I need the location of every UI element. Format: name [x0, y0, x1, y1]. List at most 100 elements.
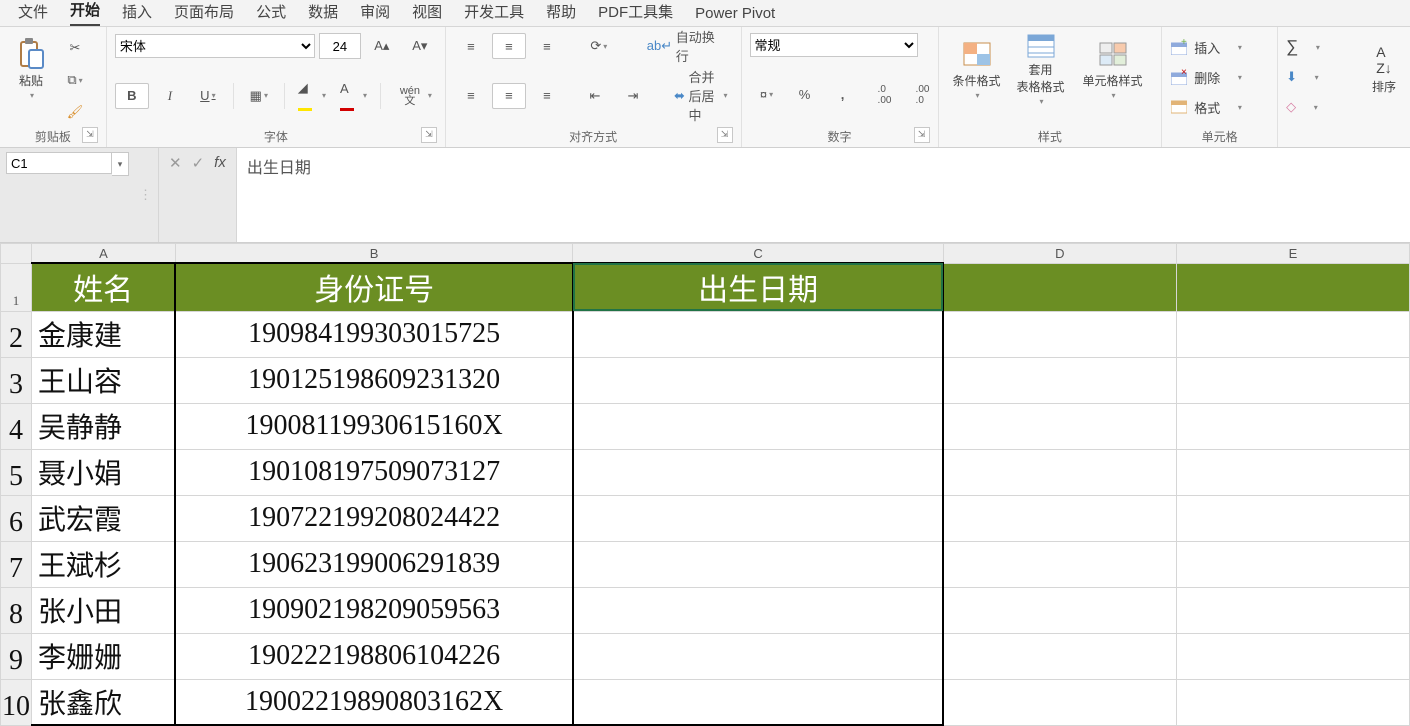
- cell[interactable]: 身份证号: [175, 263, 573, 311]
- row-header[interactable]: 7: [1, 541, 32, 587]
- conditional-fmt-button[interactable]: 条件格式▾: [947, 33, 1007, 105]
- cell[interactable]: [1176, 357, 1409, 403]
- col-header-c[interactable]: C: [573, 244, 943, 264]
- menu-insert[interactable]: 插入: [122, 1, 152, 26]
- name-box-input[interactable]: [6, 152, 112, 174]
- cell[interactable]: [1176, 403, 1409, 449]
- font-color-button[interactable]: A▾: [335, 83, 372, 109]
- cell[interactable]: 190902198209059563: [175, 587, 573, 633]
- cell[interactable]: 金康建: [32, 311, 176, 357]
- cell[interactable]: [1176, 587, 1409, 633]
- cell[interactable]: 190984199303015725: [175, 311, 573, 357]
- increase-decimal-button[interactable]: .0.00: [868, 82, 902, 108]
- delete-cells-button[interactable]: ×删除 ▾: [1170, 65, 1269, 89]
- paste-button[interactable]: 粘贴 ▾: [8, 33, 54, 105]
- dialog-launcher-icon[interactable]: ⇲: [421, 127, 437, 143]
- cell[interactable]: [943, 633, 1176, 679]
- menu-help[interactable]: 帮助: [546, 1, 576, 26]
- align-center-button[interactable]: ≡: [492, 83, 526, 109]
- dialog-launcher-icon[interactable]: ⇲: [82, 127, 98, 143]
- orientation-button[interactable]: ⟳▾: [582, 33, 616, 59]
- clear-button[interactable]: ◇ ▾: [1286, 95, 1358, 119]
- cell[interactable]: [573, 403, 943, 449]
- cell[interactable]: [573, 633, 943, 679]
- row-header[interactable]: 9: [1, 633, 32, 679]
- name-box-dropdown[interactable]: ▾: [112, 152, 129, 176]
- comma-style-button[interactable]: ,: [826, 82, 860, 108]
- table-format-button[interactable]: 套用 表格格式▾: [1011, 33, 1071, 105]
- cut-button[interactable]: ✂: [58, 35, 92, 61]
- insert-cells-button[interactable]: +插入 ▾: [1170, 35, 1269, 59]
- enter-formula-button[interactable]: ✓: [192, 154, 205, 172]
- phonetic-button[interactable]: wén 文▾: [389, 83, 437, 109]
- cancel-formula-button[interactable]: ✕: [169, 154, 182, 172]
- row-header[interactable]: 1: [1, 263, 32, 311]
- decrease-indent-button[interactable]: ⇤: [578, 83, 612, 109]
- cell[interactable]: [1176, 633, 1409, 679]
- cell[interactable]: 190722199208024422: [175, 495, 573, 541]
- font-name-select[interactable]: 宋体: [115, 34, 315, 58]
- cell[interactable]: [573, 449, 943, 495]
- col-header-a[interactable]: A: [32, 244, 176, 264]
- cell[interactable]: 19002219890803162X: [175, 679, 573, 725]
- cell-active[interactable]: 出生日期: [573, 263, 943, 311]
- merge-center-button[interactable]: ⬌ 合并后居中 ▾: [669, 83, 733, 109]
- format-painter-button[interactable]: 🖌: [58, 99, 92, 125]
- fx-button[interactable]: fx: [214, 154, 226, 171]
- shrink-font-button[interactable]: A▾: [403, 33, 437, 59]
- row-header[interactable]: 6: [1, 495, 32, 541]
- sort-filter-button[interactable]: AZ↓ 排序: [1366, 33, 1402, 105]
- cell[interactable]: [943, 449, 1176, 495]
- borders-button[interactable]: ▦▾: [242, 83, 276, 109]
- menu-file[interactable]: 文件: [18, 1, 48, 26]
- font-size-input[interactable]: [319, 33, 361, 59]
- align-left-button[interactable]: ≡: [454, 83, 488, 109]
- dialog-launcher-icon[interactable]: ⇲: [717, 127, 733, 143]
- select-all-corner[interactable]: [1, 244, 32, 264]
- cell[interactable]: 张小田: [32, 587, 176, 633]
- cell[interactable]: [1176, 449, 1409, 495]
- cell[interactable]: 19008119930615160X: [175, 403, 573, 449]
- cell[interactable]: 王斌杉: [32, 541, 176, 587]
- cell[interactable]: [1176, 263, 1409, 311]
- cell[interactable]: 190623199006291839: [175, 541, 573, 587]
- cell[interactable]: 190222198806104226: [175, 633, 573, 679]
- cell[interactable]: [1176, 311, 1409, 357]
- column-headers[interactable]: A B C D E: [1, 244, 1410, 264]
- cell[interactable]: [573, 311, 943, 357]
- menu-view[interactable]: 视图: [412, 1, 442, 26]
- cell[interactable]: [573, 587, 943, 633]
- increase-indent-button[interactable]: ⇥: [616, 83, 650, 109]
- cell[interactable]: 王山容: [32, 357, 176, 403]
- formula-input[interactable]: 出生日期: [237, 148, 1410, 242]
- cell[interactable]: 190108197509073127: [175, 449, 573, 495]
- row-header[interactable]: 5: [1, 449, 32, 495]
- accounting-format-button[interactable]: ¤▾: [750, 82, 784, 108]
- menu-review[interactable]: 审阅: [360, 1, 390, 26]
- align-top-button[interactable]: ≡: [454, 33, 488, 59]
- format-cells-button[interactable]: 格式 ▾: [1170, 95, 1269, 119]
- cell[interactable]: [943, 679, 1176, 725]
- fill-color-button[interactable]: ◢▾: [293, 83, 331, 109]
- align-right-button[interactable]: ≡: [530, 83, 564, 109]
- cell[interactable]: [943, 263, 1176, 311]
- col-header-d[interactable]: D: [943, 244, 1176, 264]
- cell[interactable]: [573, 495, 943, 541]
- cell[interactable]: [943, 587, 1176, 633]
- menu-pdftools[interactable]: PDF工具集: [598, 1, 673, 26]
- row-header[interactable]: 8: [1, 587, 32, 633]
- menu-layout[interactable]: 页面布局: [174, 1, 234, 26]
- cell[interactable]: [573, 357, 943, 403]
- dialog-launcher-icon[interactable]: ⇲: [914, 127, 930, 143]
- cell[interactable]: 吴静静: [32, 403, 176, 449]
- autosum-button[interactable]: ∑ ▾: [1286, 35, 1358, 59]
- row-header[interactable]: 3: [1, 357, 32, 403]
- decrease-decimal-button[interactable]: .00.0: [906, 82, 940, 108]
- cell-styles-button[interactable]: 单元格样式▾: [1075, 33, 1151, 105]
- worksheet[interactable]: A B C D E 1 姓名 身份证号 出生日期 2 金康建 190984199…: [0, 243, 1410, 726]
- cell[interactable]: [1176, 495, 1409, 541]
- cell[interactable]: [943, 403, 1176, 449]
- percent-button[interactable]: %: [788, 82, 822, 108]
- cell[interactable]: 武宏霞: [32, 495, 176, 541]
- wrap-text-button[interactable]: ab↵ 自动换行: [642, 33, 733, 59]
